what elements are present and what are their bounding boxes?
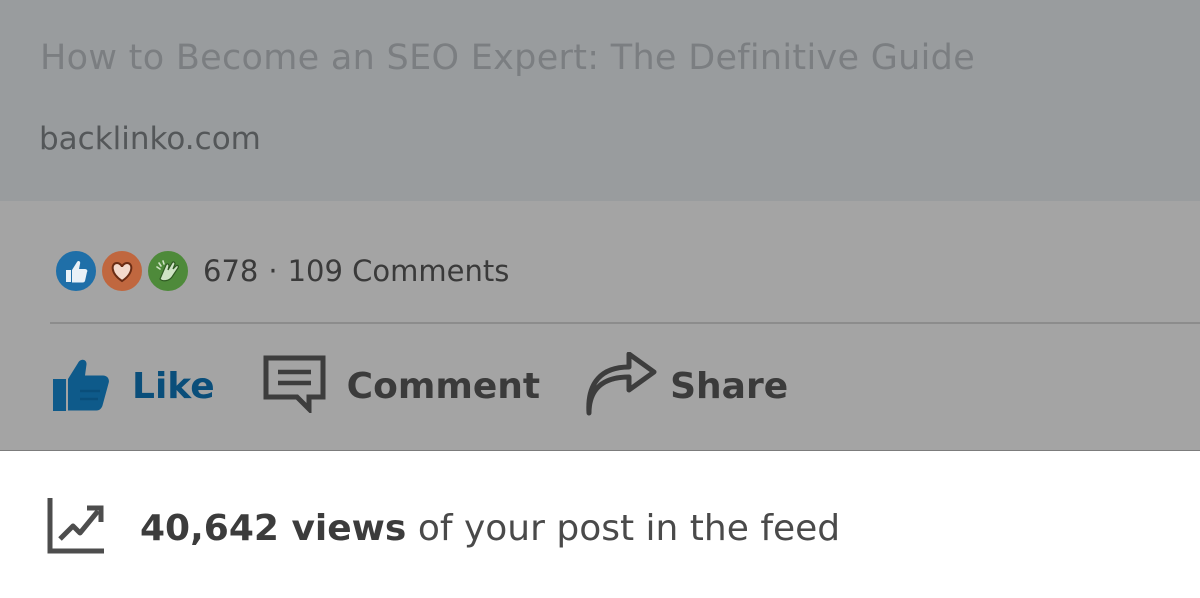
like-button[interactable]: Like bbox=[52, 354, 215, 418]
views-count: 40,642 views bbox=[140, 507, 407, 549]
like-reaction-icon bbox=[54, 249, 98, 293]
post-analytics[interactable]: 40,642 views of your post in the feed bbox=[46, 498, 840, 558]
like-label: Like bbox=[132, 365, 215, 407]
comment-label: Comment bbox=[346, 365, 541, 407]
share-arrow-icon bbox=[584, 351, 658, 420]
views-summary: 40,642 views of your post in the feed bbox=[140, 508, 840, 549]
comments-count[interactable]: 109 Comments bbox=[288, 254, 510, 288]
reactions-summary[interactable]: 678 · 109 Comments bbox=[54, 248, 509, 294]
thumbs-up-icon bbox=[52, 354, 110, 418]
reaction-count[interactable]: 678 bbox=[203, 254, 258, 288]
views-suffix: of your post in the feed bbox=[406, 507, 841, 549]
love-reaction-icon bbox=[100, 249, 144, 293]
trending-chart-icon bbox=[46, 496, 106, 560]
comment-button[interactable]: Comment bbox=[263, 355, 540, 417]
share-button[interactable]: Share bbox=[584, 351, 789, 420]
celebrate-reaction-icon bbox=[146, 249, 190, 293]
link-domain: backlinko.com bbox=[39, 121, 261, 157]
link-title[interactable]: How to Become an SEO Expert: The Definit… bbox=[40, 38, 975, 78]
social-actions-panel: 678 · 109 Comments Like Comment Share bbox=[0, 201, 1200, 451]
share-label: Share bbox=[670, 365, 789, 407]
action-bar: Like Comment Share bbox=[52, 346, 788, 426]
comment-icon bbox=[263, 355, 327, 417]
separator-dot: · bbox=[268, 254, 278, 288]
divider bbox=[50, 322, 1200, 324]
link-preview-card[interactable]: How to Become an SEO Expert: The Definit… bbox=[0, 0, 1200, 201]
